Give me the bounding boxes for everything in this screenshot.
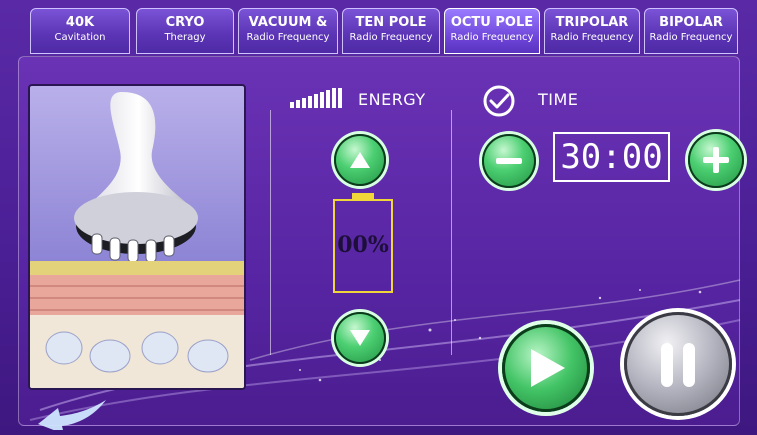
time-label: TIME — [538, 90, 579, 109]
treatment-illustration — [28, 84, 246, 390]
time-decrease-button[interactable] — [482, 134, 536, 188]
pause-icon — [661, 343, 695, 387]
time-display: 30:00 — [553, 132, 670, 182]
energy-up-button[interactable] — [334, 134, 386, 186]
signal-bars-icon — [290, 88, 342, 108]
check-circle-icon — [483, 85, 515, 117]
energy-down-button[interactable] — [334, 312, 386, 364]
device-screen: 40K Cavitation CRYO Theragy VACUUM & Rad… — [0, 0, 757, 435]
back-arrow-icon[interactable] — [32, 390, 112, 430]
divider-left — [270, 110, 271, 355]
time-increase-button[interactable] — [688, 132, 744, 188]
handpiece-skin-illustration — [30, 92, 244, 388]
energy-value: 00% — [337, 232, 389, 258]
plus-icon — [703, 147, 729, 173]
triangle-down-icon — [350, 330, 370, 346]
minus-icon — [496, 158, 522, 164]
divider-right — [451, 110, 452, 355]
play-icon — [531, 349, 565, 387]
triangle-up-icon — [350, 152, 370, 168]
energy-label: ENERGY — [358, 90, 426, 109]
pause-button[interactable] — [624, 312, 732, 416]
start-button[interactable] — [502, 324, 590, 412]
